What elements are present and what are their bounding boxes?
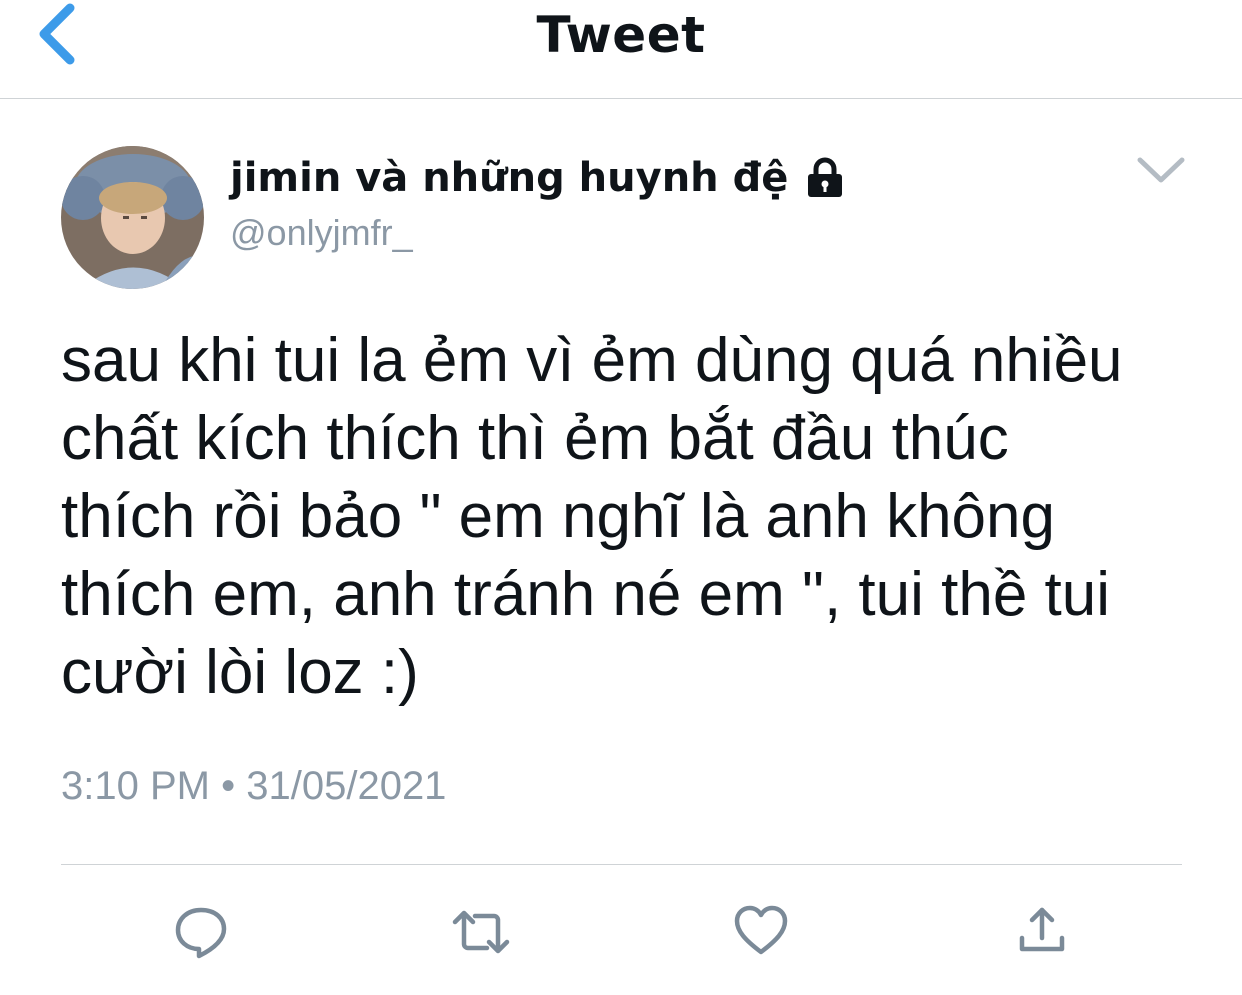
more-options-button[interactable] xyxy=(1132,150,1190,190)
action-bar xyxy=(0,900,1242,970)
reply-button[interactable] xyxy=(171,900,231,964)
avatar-photo xyxy=(61,146,204,289)
avatar[interactable] xyxy=(61,146,204,289)
author-handle[interactable]: @onlyjmfr_ xyxy=(230,212,413,254)
display-name[interactable]: jimin và những huynh đệ xyxy=(230,155,788,201)
divider xyxy=(61,864,1182,865)
timestamp-separator: • xyxy=(221,764,236,808)
tweet-timestamp: 3:10 PM • 31/05/2021 xyxy=(61,764,446,809)
like-button[interactable] xyxy=(731,900,791,964)
share-button[interactable] xyxy=(1012,900,1072,964)
lock-icon xyxy=(806,157,844,199)
top-bar: Tweet xyxy=(0,0,1242,99)
retweet-icon xyxy=(452,910,510,954)
tweet-time: 3:10 PM xyxy=(61,764,210,808)
heart-icon xyxy=(734,905,788,955)
page-title: Tweet xyxy=(536,6,706,64)
tweet-text: sau khi tui la ẻm vì ẻm dùng quá nhiều c… xyxy=(61,326,1123,707)
author-name-row: jimin và những huynh đệ xyxy=(230,148,844,208)
retweet-button[interactable] xyxy=(451,900,511,964)
share-icon xyxy=(1019,907,1065,952)
tweet-date: 31/05/2021 xyxy=(246,764,447,808)
chevron-down-icon xyxy=(1137,157,1185,183)
reply-icon xyxy=(175,907,227,959)
